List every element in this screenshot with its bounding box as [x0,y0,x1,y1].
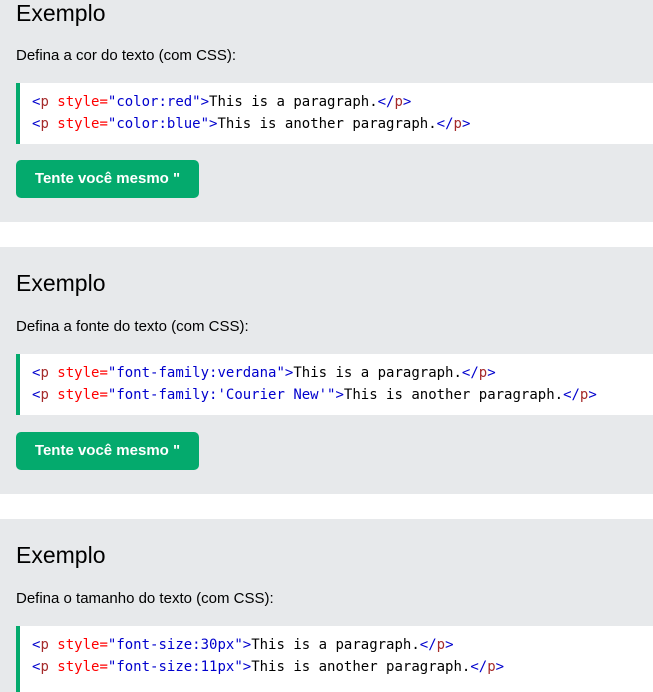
example-heading: Exemplo [16,0,106,26]
try-it-yourself-button[interactable]: Tente você mesmo " [16,432,199,470]
code-line: <p style="font-size:11px">This is anothe… [32,659,505,675]
code-line: <p style="font-family:verdana">This is a… [32,365,496,381]
code-line: <p style="font-size:30px">This is a para… [32,637,454,653]
code-block: <p style="font-size:30px">This is a para… [16,626,653,692]
example-heading: Exemplo [16,542,106,568]
code-block: <p style="color:red">This is a paragraph… [16,83,653,144]
code-line: <p style="color:blue">This is another pa… [32,116,471,132]
example-description: Defina o tamanho do texto (com CSS): [16,590,274,607]
try-it-yourself-button[interactable]: Tente você mesmo " [16,160,199,198]
code-block: <p style="font-family:verdana">This is a… [16,354,653,415]
example-panel-2: Exemplo Defina a fonte do texto (com CSS… [0,247,653,494]
example-heading: Exemplo [16,270,106,296]
code-line: <p style="font-family:'Courier New'">Thi… [32,387,597,403]
example-panel-1: Exemplo Defina a cor do texto (com CSS):… [0,0,653,222]
example-panel-3: Exemplo Defina o tamanho do texto (com C… [0,519,653,692]
code-line: <p style="color:red">This is a paragraph… [32,94,412,110]
example-description: Defina a cor do texto (com CSS): [16,47,237,64]
example-description: Defina a fonte do texto (com CSS): [16,318,249,335]
